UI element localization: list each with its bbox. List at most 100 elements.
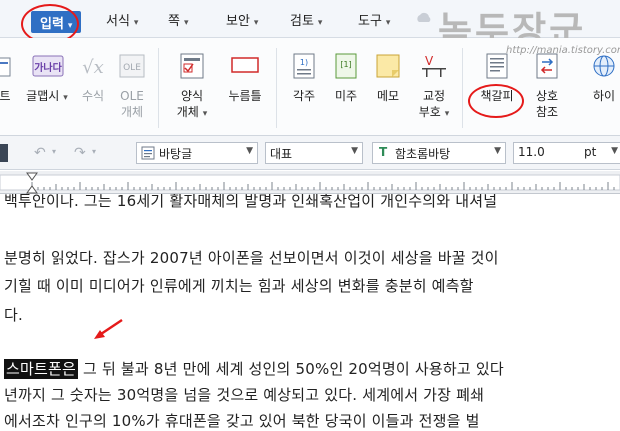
ole-label-line1: OLE <box>120 89 144 103</box>
form-object-label-line1: 양식 <box>180 89 204 103</box>
document-area[interactable]: 백투안이나. 그는 16세기 활자매체의 발명과 인쇄혹산업이 개인수의와 내셔… <box>0 194 620 431</box>
font-size-unit: pt <box>584 145 597 159</box>
ribbon-cross-reference-label: 상호참조 <box>529 88 565 120</box>
chevron-down-icon: ▼ <box>494 146 501 156</box>
ribbon-proofread-button[interactable]: V 교정 부호 ▾ <box>414 52 454 122</box>
doc-line-6: 년까지 그 숫자는 30억명을 넘을 것으로 예상되고 있다. 세계에서 가장 … <box>4 386 485 404</box>
proofread-label-line1: 교정 <box>422 89 446 103</box>
chevron-down-icon[interactable]: ▾ <box>52 147 56 156</box>
chevron-down-icon: ▾ <box>444 109 450 119</box>
format-toolbar: ↶ ▾ ↷ ▾ 바탕글 ▼ 대표 ▼ T 함초롬바탕 ▼ 11.0 pt ▼ <box>0 136 620 170</box>
ribbon-hyperlink-label: 하이 <box>592 89 616 103</box>
font-select[interactable]: T 함초롬바탕 ▼ <box>372 142 506 164</box>
form-object-label-line2: 개체 <box>176 105 199 119</box>
doc-line-5-rest: 그 뒤 불과 8년 만에 세계 성인의 50%인 20억명이 사용하고 있다 <box>78 360 504 378</box>
chevron-down-icon: ▾ <box>253 18 259 28</box>
ruler-ticks <box>0 174 620 191</box>
ribbon-hyperlink-button[interactable]: 하이 <box>586 52 620 104</box>
doc-line-2: 분명히 읽었다. 잡스가 2007년 아이폰을 선보이면서 이것이 세상을 바꿀… <box>4 249 499 267</box>
chevron-down-icon: ▾ <box>67 21 73 31</box>
ribbon-memo-label: 메모 <box>376 89 400 103</box>
hyperlink-icon <box>589 52 619 80</box>
text-box-icon <box>0 52 12 80</box>
svg-text:V: V <box>425 54 434 68</box>
ribbon-bookmark-button[interactable]: 책갈피 <box>474 52 520 104</box>
chevron-down-icon: ▾ <box>133 18 139 28</box>
ribbon-wordart-button[interactable]: 가나다 글맵시 ▾ <box>25 52 69 106</box>
cross-reference-label-line1: 상호 <box>535 89 559 103</box>
ribbon-separator <box>462 48 463 128</box>
chevron-down-icon: ▾ <box>385 18 391 28</box>
memo-icon <box>373 52 403 80</box>
selected-text[interactable]: 스마트폰은 <box>4 359 79 379</box>
chevron-down-icon: ▼ <box>246 146 253 156</box>
ole-label-line2: 개체 <box>120 105 144 119</box>
chevron-down-icon[interactable]: ▾ <box>92 147 96 156</box>
doc-line-3: 기힐 때 이미 미디어가 인류에게 끼치는 힘과 세상의 변화를 충분히 예측할 <box>4 277 474 295</box>
ole-icon-text: OLE <box>123 63 141 73</box>
font-size-select[interactable]: 11.0 pt ▼ <box>513 142 620 164</box>
ribbon-formula-button[interactable]: √x 수식 <box>78 52 108 104</box>
ribbon-memo-button[interactable]: 메모 <box>370 52 406 104</box>
ribbon-separator <box>158 48 159 128</box>
menu-review-label: 검토 <box>290 14 314 29</box>
redo-icon[interactable]: ↷ <box>74 145 86 161</box>
menu-format-label: 서식 <box>106 14 130 29</box>
cross-reference-label-line2: 참조 <box>535 105 559 119</box>
ribbon-cross-reference-button[interactable]: 상호참조 <box>529 52 565 120</box>
chevron-down-icon: ▾ <box>317 18 323 28</box>
formula-icon-text: √x <box>82 57 104 78</box>
ribbon-field-button[interactable]: 누름틀 <box>222 52 268 104</box>
toolbar-grip-icon[interactable] <box>0 144 8 162</box>
menu-security-label: 보안 <box>226 14 250 29</box>
menu-review[interactable]: 검토 ▾ <box>290 10 322 29</box>
chevron-down-icon: ▾ <box>63 93 68 103</box>
doc-line-4: 다. <box>4 306 23 324</box>
ribbon-form-object-button[interactable]: 양식 개체 ▾ <box>172 52 212 122</box>
language-select[interactable]: 대표 ▼ <box>265 142 363 164</box>
ribbon-footnote-button[interactable]: 1) 각주 <box>287 52 321 104</box>
undo-icon[interactable]: ↶ <box>34 145 46 161</box>
doc-line-7: 에서조차 인구의 10%가 휴대폰을 갖고 있어 북한 당국이 이들과 전쟁을 … <box>4 412 480 430</box>
ribbon-footnote-label: 각주 <box>292 89 316 103</box>
menu-insert[interactable]: 입력 ▾ <box>31 11 82 33</box>
ribbon-formula-label: 수식 <box>81 89 105 103</box>
cross-reference-icon <box>532 52 562 80</box>
indent-marker-icon[interactable] <box>26 172 38 194</box>
ribbon-text-label: 트 <box>0 89 11 103</box>
menu-format[interactable]: 서식 ▾ <box>106 10 138 29</box>
menu-page-label: 쪽 <box>168 14 180 29</box>
ribbon-text-button[interactable]: 트 <box>0 52 12 104</box>
ribbon-endnote-label: 미주 <box>334 89 358 103</box>
red-arrow-icon <box>92 318 126 342</box>
doc-line-5: 스마트폰은 그 뒤 불과 8년 만에 세계 성인의 50%인 20억명이 사용하… <box>4 358 504 379</box>
footnote-icon: 1) <box>289 52 319 80</box>
ribbon-ole-label: OLE 개체 <box>117 88 147 120</box>
ruler[interactable] <box>0 171 620 194</box>
menu-security[interactable]: 보안 ▾ <box>226 10 258 29</box>
cloud-icon[interactable] <box>415 10 433 26</box>
ribbon-field-label: 누름틀 <box>228 89 262 103</box>
wordart-icon-text: 가나다 <box>34 61 62 74</box>
wordart-icon: 가나다 <box>32 52 64 80</box>
paragraph-style-icon <box>141 146 155 160</box>
formula-icon: √x <box>78 52 108 80</box>
bookmark-icon <box>482 52 512 80</box>
style-select[interactable]: 바탕글 ▼ <box>136 142 258 164</box>
menu-insert-label: 입력 <box>40 17 64 32</box>
ribbon-endnote-button[interactable]: [1] 미주 <box>329 52 363 104</box>
ribbon-form-object-label: 양식 개체 ▾ <box>172 88 212 122</box>
truetype-font-icon: T <box>379 145 388 159</box>
menu-tools[interactable]: 도구 ▾ <box>358 10 390 29</box>
endnote-icon-text: [1] <box>340 60 351 69</box>
form-object-icon <box>177 52 207 80</box>
chevron-down-icon: ▾ <box>183 18 189 28</box>
style-select-value: 바탕글 <box>159 147 193 161</box>
proofread-mark-icon: V <box>419 52 449 80</box>
ribbon-separator <box>276 48 277 128</box>
field-icon <box>230 52 260 80</box>
ribbon-bookmark-label: 책갈피 <box>480 89 514 103</box>
ribbon-ole-button[interactable]: OLE OLE 개체 <box>117 52 147 120</box>
menu-tools-label: 도구 <box>358 14 382 29</box>
menu-page[interactable]: 쪽 ▾ <box>168 10 189 29</box>
